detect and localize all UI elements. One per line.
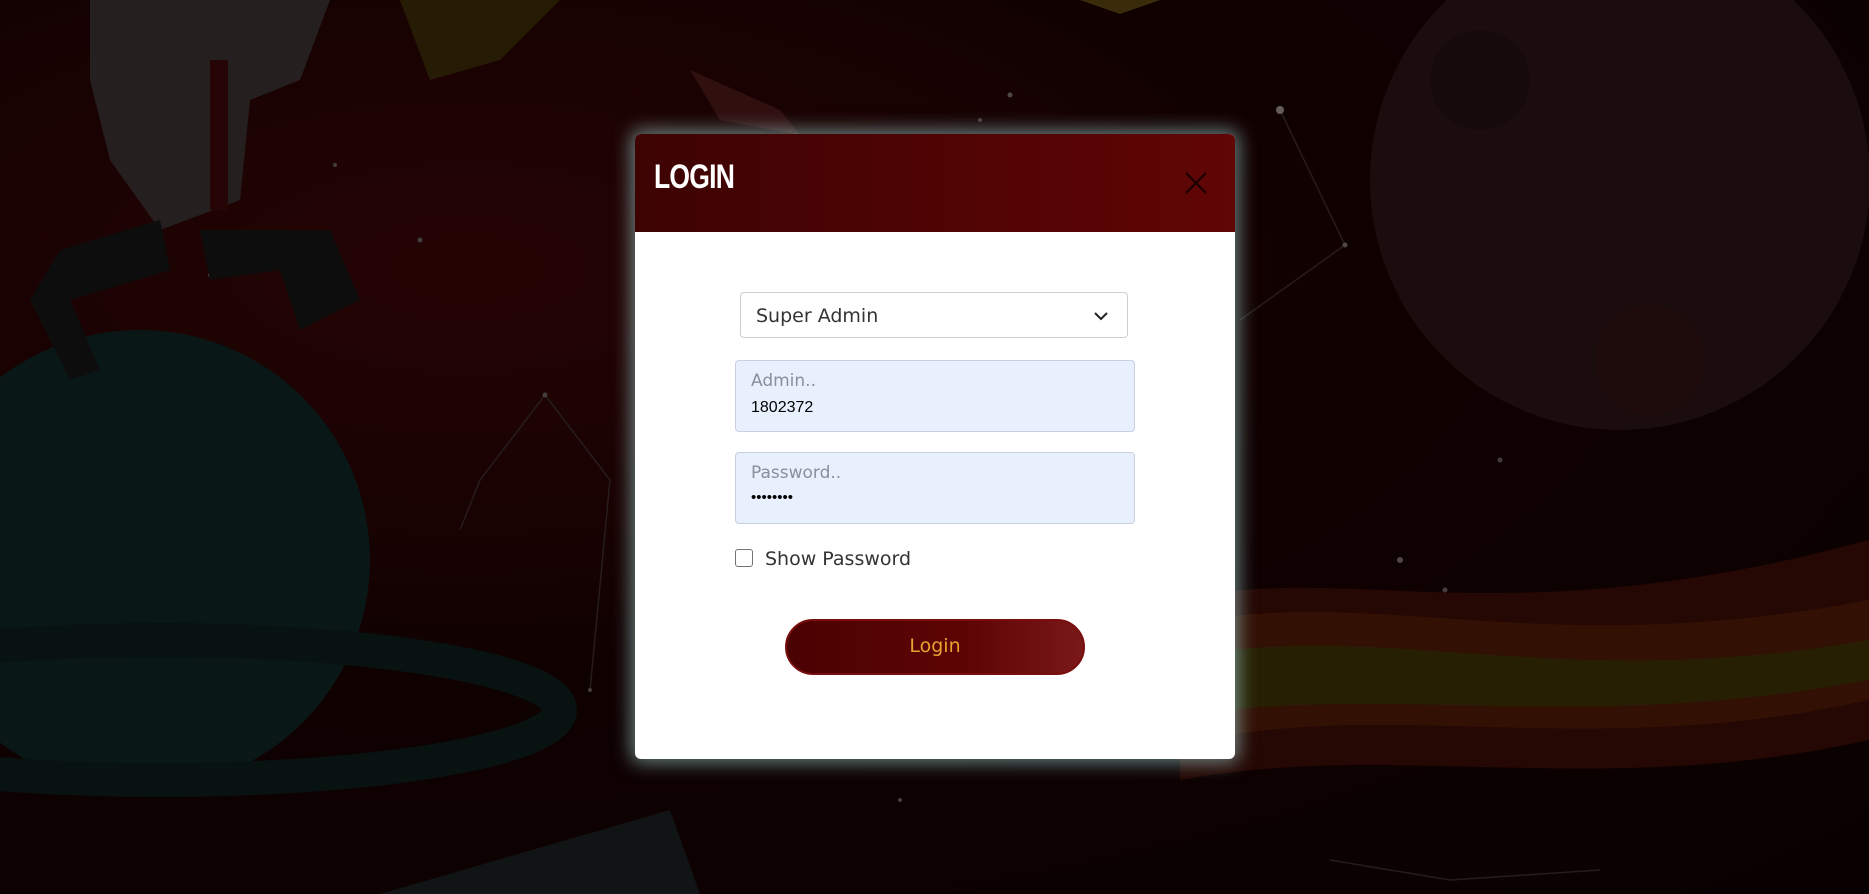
admin-id-field[interactable]: Admin.. 1802372 (735, 360, 1135, 432)
login-button[interactable]: Login (785, 619, 1085, 675)
chevron-down-icon (1094, 312, 1108, 321)
role-select-value: Super Admin (756, 305, 879, 327)
login-modal: Login Super Admin Admin.. 1802372 Passwo… (635, 134, 1235, 759)
login-button-label: Login (909, 635, 961, 657)
close-icon (1185, 172, 1207, 194)
admin-id-label: Admin.. (751, 371, 816, 391)
close-button[interactable] (1181, 168, 1211, 198)
password-field[interactable]: Password.. •••••••• (735, 452, 1135, 524)
show-password-label[interactable]: Show Password (765, 548, 911, 570)
role-select[interactable]: Super Admin (740, 292, 1128, 338)
admin-id-value: 1802372 (751, 399, 814, 416)
password-value: •••••••• (751, 489, 794, 506)
modal-header: Login (635, 134, 1235, 232)
show-password-checkbox[interactable] (735, 549, 753, 567)
password-label: Password.. (751, 463, 842, 483)
modal-title: Login (654, 158, 735, 196)
